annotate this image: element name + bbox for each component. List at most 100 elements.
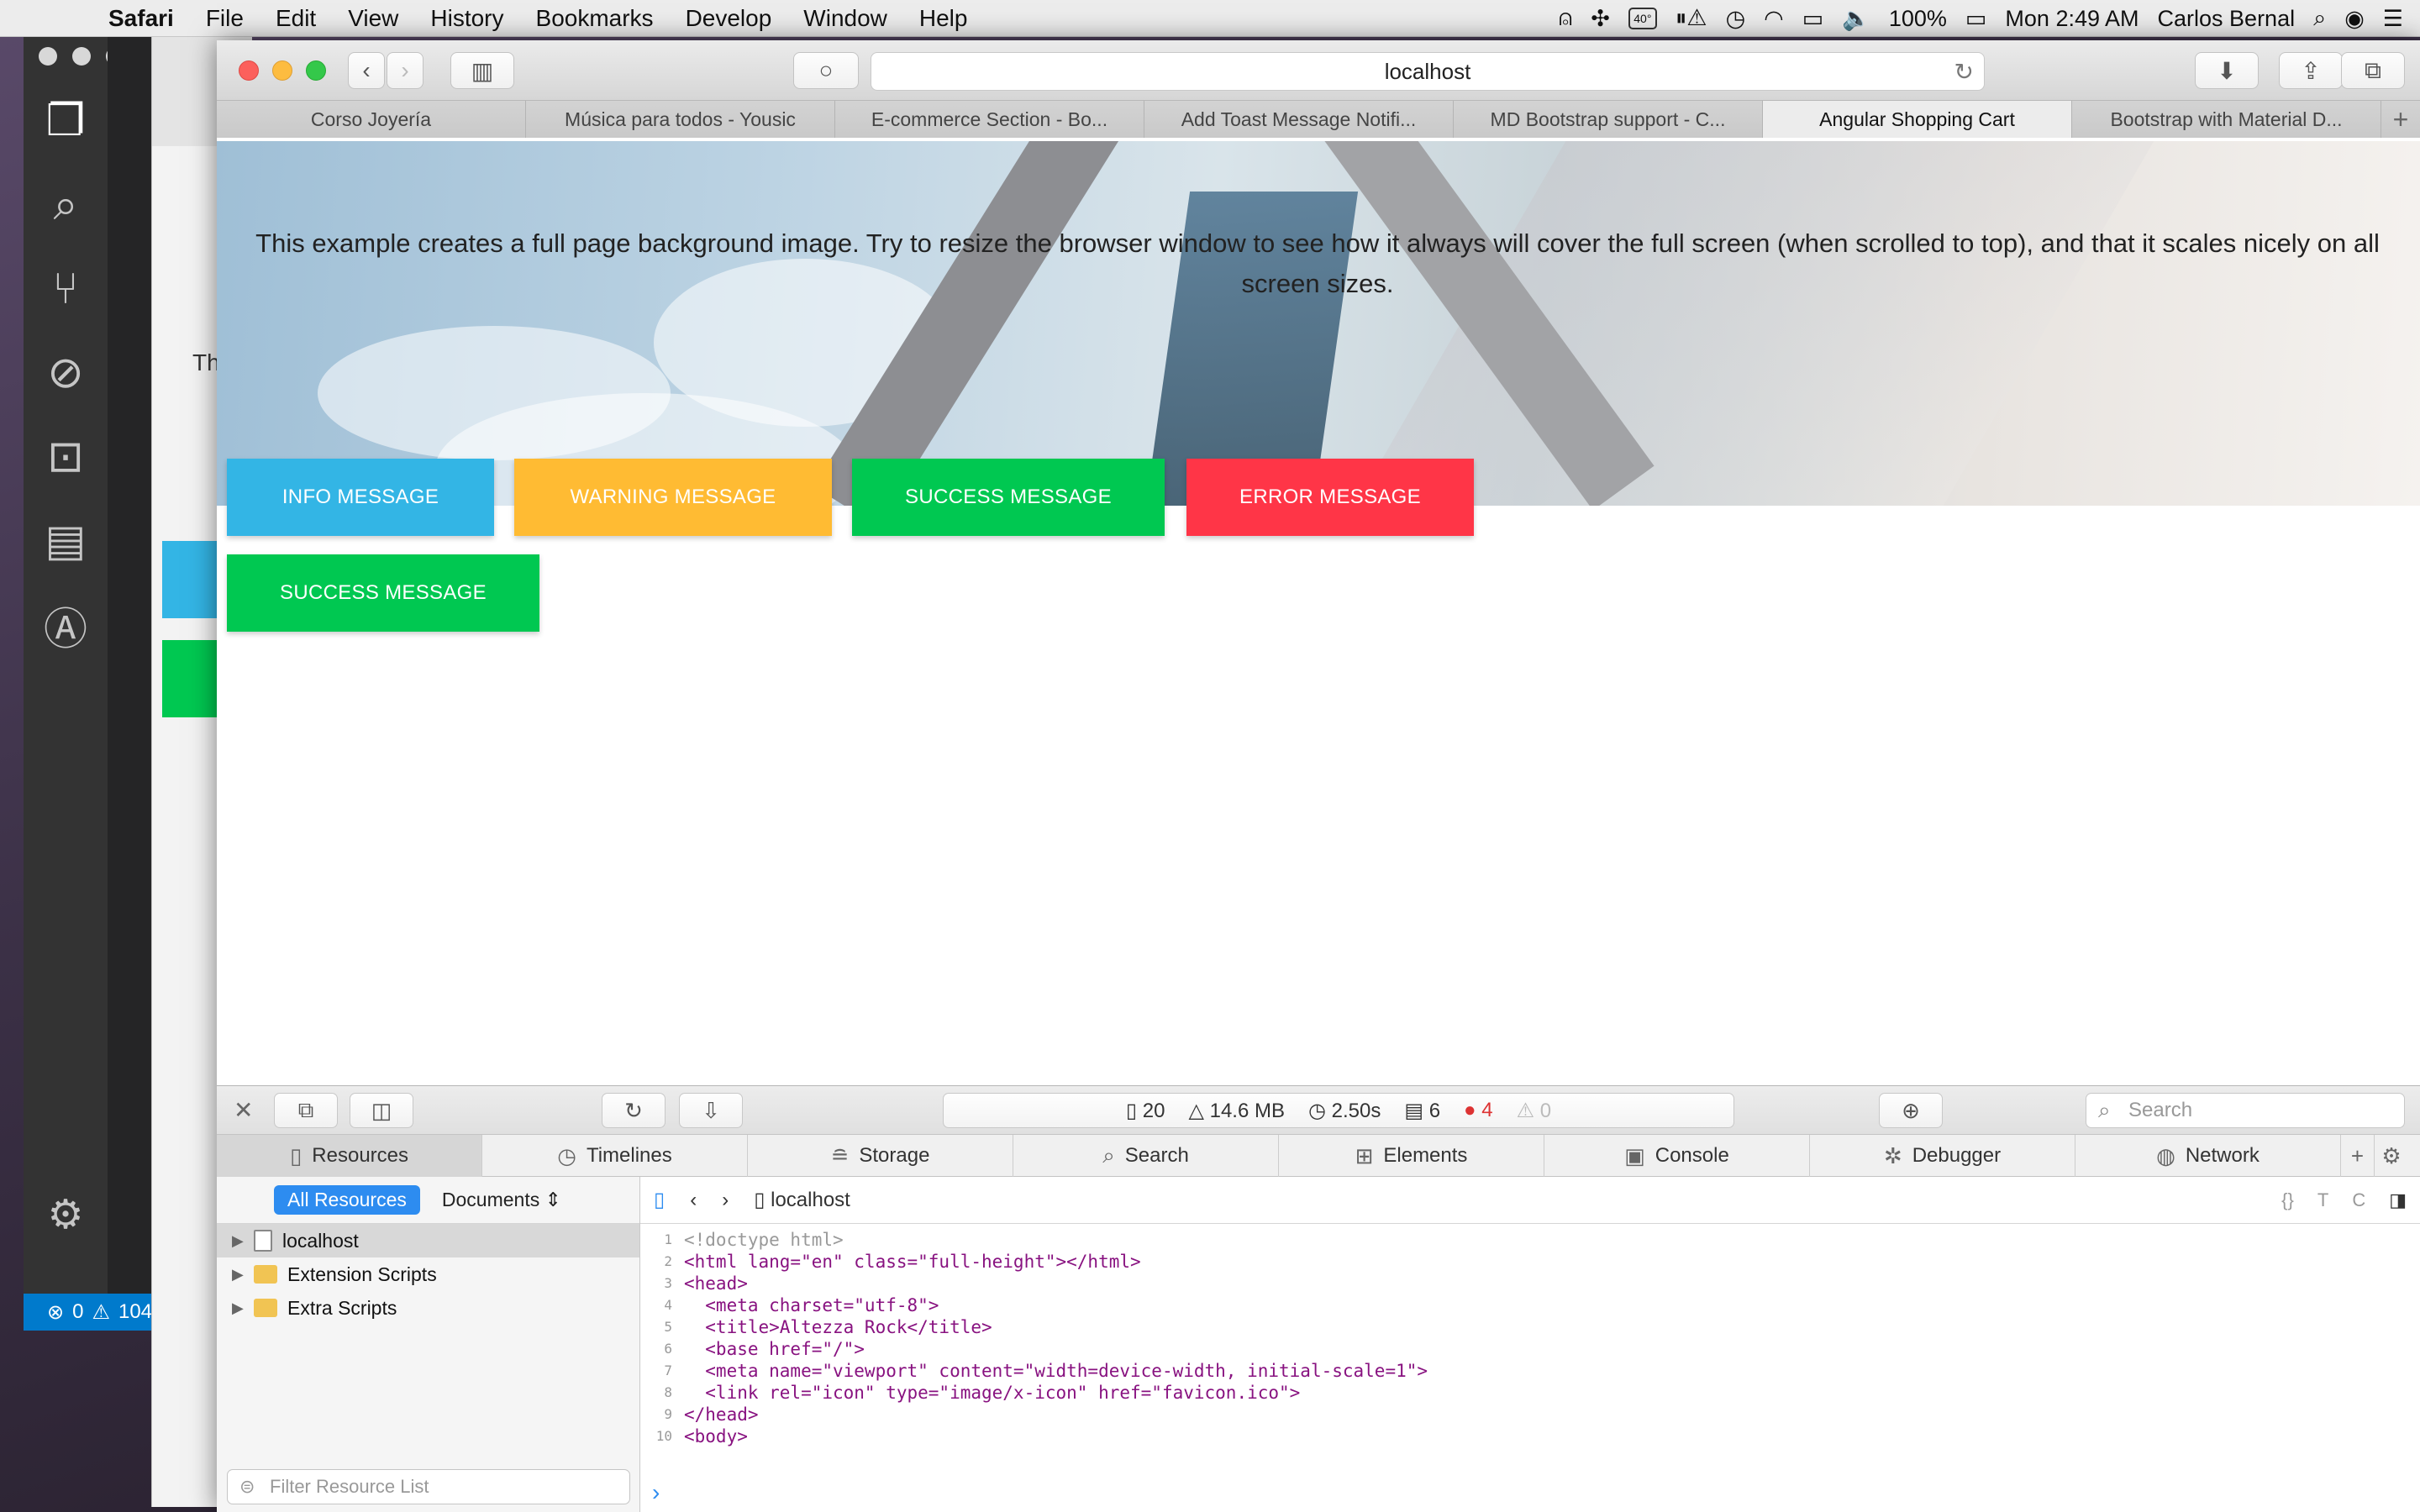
gear-icon[interactable]: ⚙ [24,1191,108,1238]
source-control-icon[interactable]: ⑂ [24,247,108,331]
download-archive-button[interactable]: ⇩ [679,1093,743,1128]
tree-item-localhost[interactable]: ▶ localhost [217,1224,639,1257]
sidebar-toggle-button[interactable]: ▥ [450,52,514,89]
dashboard-stats[interactable]: ▯ 20 △ 14.6 MB ◷ 2.50s ▤ 6 ● 4 ⚠ 0 [943,1093,1734,1128]
battery-icon[interactable]: ▭ [1965,6,1987,32]
tab-ecommerce-section[interactable]: E-commerce Section - Bo... [835,101,1144,138]
tab-search[interactable]: ⌕ Search [1013,1135,1279,1177]
volume-icon[interactable]: 🔈 [1842,5,1870,32]
angular-icon[interactable]: Ⓐ [24,583,108,667]
new-tab-button[interactable]: + [2381,101,2420,138]
pause-warning-icon[interactable]: ⏸⚠ [1676,5,1707,32]
tree-item-extra-scripts[interactable]: ▶ Extra Scripts [217,1291,639,1325]
all-resources-button[interactable]: All Resources [274,1185,420,1215]
close-window-button[interactable] [239,60,259,81]
tab-corso-joyeria[interactable]: Corso Joyería [217,101,526,138]
new-tab-button[interactable]: + [2341,1135,2375,1177]
temperature-icon[interactable]: 40° [1628,8,1657,29]
menu-develop[interactable]: Develop [670,5,788,32]
success-message-button[interactable]: SUCCESS MESSAGE [852,459,1165,536]
element-picker-button[interactable]: ⊕ [1879,1093,1943,1128]
inspector-search-input[interactable]: Search [2086,1093,2405,1128]
pretty-print-icon[interactable]: {} [2281,1189,2294,1211]
css-icon[interactable]: C [2352,1189,2365,1211]
resources-stat[interactable]: ▯ 20 [1126,1099,1165,1123]
error-message-button[interactable]: ERROR MESSAGE [1186,459,1474,536]
logs-stat[interactable]: ▤ 6 [1404,1099,1440,1123]
menu-history[interactable]: History [414,5,519,32]
chevron-right-icon[interactable]: › [722,1189,729,1212]
close-inspector-icon[interactable]: ✕ [234,1096,253,1124]
siri-icon[interactable]: ◉ [2344,6,2365,32]
tab-musica-para-todos[interactable]: Música para todos - Yousic [526,101,835,138]
menu-help[interactable]: Help [903,5,984,32]
dock-side-button[interactable]: ◫ [350,1093,413,1128]
tab-angular-shopping-cart[interactable]: Angular Shopping Cart [1763,101,2072,138]
inspector-body: All Resources Documents ⇕ ▶ localhost ▶ … [217,1177,2420,1512]
size-stat[interactable]: △ 14.6 MB [1188,1099,1285,1123]
tab-bootstrap-material[interactable]: Bootstrap with Material D... [2072,101,2381,138]
tools-icon[interactable]: ✣ [1591,6,1610,32]
documents-dropdown[interactable]: Documents ⇕ [442,1189,561,1211]
search-icon[interactable]: ⌕ [24,163,108,247]
time-machine-icon[interactable]: ◷ [1726,6,1746,32]
text-icon[interactable]: T [2317,1189,2328,1211]
warning-message-button[interactable]: WARNING MESSAGE [514,459,832,536]
console-prompt-icon[interactable]: › [652,1479,660,1506]
back-button[interactable]: ‹ [348,52,385,89]
filter-resource-input[interactable]: Filter Resource List [227,1469,630,1504]
explorer-icon[interactable]: ❐ [24,79,108,163]
disclosure-triangle-icon[interactable]: ▶ [232,1299,244,1317]
tab-elements[interactable]: ⊞ Elements [1279,1135,1544,1177]
tab-network[interactable]: ◍ Network [2075,1135,2341,1177]
wifi-icon[interactable]: ◠ [1764,6,1784,32]
debug-icon[interactable]: ⊘ [24,331,108,415]
info-message-button[interactable]: INFO MESSAGE [227,459,494,536]
menu-safari[interactable]: Safari [92,5,190,32]
tab-console[interactable]: ▣ Console [1544,1135,1810,1177]
menu-edit[interactable]: Edit [260,5,332,32]
battery-percentage[interactable]: 100% [1889,6,1947,32]
tab-overview-button[interactable]: ⧉ [2341,52,2405,89]
tab-add-toast-message[interactable]: Add Toast Message Notifi... [1144,101,1454,138]
reader-button[interactable]: ○ [793,52,859,89]
menu-bookmarks[interactable]: Bookmarks [520,5,670,32]
details-sidebar-icon[interactable]: ◨ [2389,1189,2407,1211]
user-name[interactable]: Carlos Bernal [2158,6,2296,32]
fullscreen-window-button[interactable] [306,60,326,81]
share-button[interactable]: ⇪ [2279,52,2343,89]
disclosure-triangle-icon[interactable]: ▶ [232,1232,244,1250]
tab-storage[interactable]: ≘ Storage [748,1135,1013,1177]
airplay-icon[interactable]: ▭ [1802,6,1824,32]
tab-resources[interactable]: ▯ Resources [217,1135,482,1177]
time-stat[interactable]: ◷ 2.50s [1308,1099,1381,1123]
tab-debugger[interactable]: ✲ Debugger [1810,1135,2075,1177]
reload-page-button[interactable]: ↻ [602,1093,666,1128]
disclosure-triangle-icon[interactable]: ▶ [232,1266,244,1284]
success-message-button-2[interactable]: SUCCESS MESSAGE [227,554,539,632]
address-bar[interactable]: localhost ↻ [871,52,1985,91]
spotlight-icon[interactable]: ⌕ [2313,5,2326,32]
chevron-left-icon[interactable]: ‹ [690,1189,697,1212]
navigation-sidebar-icon[interactable]: ▯ [654,1188,665,1212]
errors-stat[interactable]: ● 4 [1464,1099,1493,1122]
detach-inspector-button[interactable]: ⧉ [274,1093,338,1128]
menu-view[interactable]: View [332,5,414,32]
tab-md-bootstrap-support[interactable]: MD Bootstrap support - C... [1454,101,1763,138]
forward-button[interactable]: › [387,52,424,89]
settings-button[interactable]: ⚙ [2375,1135,2408,1177]
current-file[interactable]: ▯ localhost [754,1188,850,1212]
extensions-icon[interactable]: ⊡ [24,415,108,499]
warnings-stat[interactable]: ⚠ 0 [1517,1099,1552,1123]
menu-file[interactable]: File [190,5,260,32]
tree-item-extension-scripts[interactable]: ▶ Extension Scripts [217,1257,639,1291]
documents-icon[interactable]: ▤ [24,499,108,583]
downloads-button[interactable]: ⬇ [2195,52,2259,89]
notification-center-icon[interactable]: ☰ [2383,6,2403,32]
clock[interactable]: Mon 2:49 AM [2005,6,2139,32]
minimize-window-button[interactable] [272,60,292,81]
reload-icon[interactable]: ↻ [1954,58,1974,86]
menu-window[interactable]: Window [787,5,903,32]
tab-timelines[interactable]: ◷ Timelines [482,1135,748,1177]
airdrop-icon[interactable]: ⍝ [1559,5,1572,32]
